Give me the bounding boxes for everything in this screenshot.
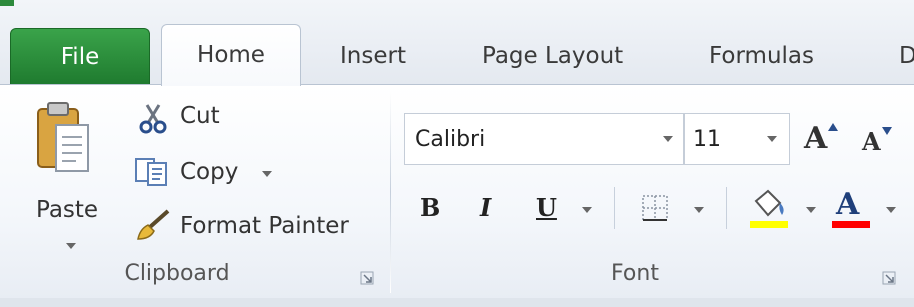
format-painter-label: Format Painter <box>180 213 349 239</box>
clipboard-group-label: Clipboard <box>124 261 230 286</box>
fill-color-swatch <box>750 221 788 228</box>
font-name-value: Calibri <box>415 127 486 152</box>
font-name-combobox[interactable]: Calibri <box>404 113 684 165</box>
fill-color-button[interactable] <box>748 189 792 231</box>
font-group-label: Font <box>611 261 659 286</box>
bold-button[interactable]: B <box>414 189 450 229</box>
grow-arrow-icon <box>828 123 838 131</box>
copy-dropdown-arrow[interactable] <box>262 171 272 177</box>
dialog-launcher-icon[interactable] <box>360 271 374 285</box>
cut-button[interactable]: Cut <box>134 99 244 139</box>
ribbon-tab-strip: File Home Insert Page Layout Formulas D <box>0 0 914 86</box>
copy-button[interactable]: Copy <box>134 153 284 193</box>
underline-button[interactable]: U <box>530 189 566 229</box>
shrink-font-button[interactable]: A <box>860 127 900 163</box>
paste-button[interactable]: Paste <box>30 93 120 253</box>
paste-label: Paste <box>36 197 99 223</box>
paste-dropdown-arrow[interactable] <box>66 243 76 249</box>
shrink-arrow-icon <box>882 127 892 135</box>
font-toolbar-separator <box>614 187 615 229</box>
shrink-font-glyph: A <box>862 127 881 156</box>
font-color-swatch <box>832 221 870 228</box>
tab-file[interactable]: File <box>10 28 150 84</box>
italic-button[interactable]: I <box>472 189 508 229</box>
scissors-icon <box>139 104 167 134</box>
grow-font-glyph: A <box>804 121 828 156</box>
font-name-dropdown-arrow[interactable] <box>663 136 673 142</box>
fill-color-dropdown-arrow[interactable] <box>806 207 816 213</box>
copy-label: Copy <box>180 159 239 185</box>
italic-glyph: I <box>480 193 492 222</box>
grow-font-button[interactable]: A <box>802 121 842 161</box>
tab-insert[interactable]: Insert <box>340 28 406 84</box>
paint-bucket-icon <box>754 189 784 217</box>
font-toolbar-separator-2 <box>726 187 727 229</box>
underline-glyph: U <box>536 193 557 222</box>
tab-data-partial[interactable]: D <box>899 28 914 84</box>
font-size-dropdown-arrow[interactable] <box>767 136 777 142</box>
paste-clipboard-icon <box>37 102 89 172</box>
tab-formulas[interactable]: Formulas <box>709 28 814 84</box>
copy-pages-icon <box>135 158 167 186</box>
font-color-button[interactable]: A <box>830 187 872 231</box>
borders-dropdown-arrow[interactable] <box>694 207 704 213</box>
borders-button[interactable] <box>640 193 676 229</box>
ribbon-bottom-edge <box>0 298 914 307</box>
font-size-combobox[interactable]: 11 <box>684 113 790 165</box>
bold-glyph: B <box>420 193 441 222</box>
font-color-dropdown-arrow[interactable] <box>886 207 896 213</box>
group-separator <box>390 91 391 293</box>
font-color-glyph: A <box>836 187 860 222</box>
cut-label: Cut <box>180 103 220 129</box>
excel-ribbon-window: File Home Insert Page Layout Formulas D … <box>0 0 914 307</box>
ribbon-home-panel: Paste Cut Copy Format Painter Clipboard … <box>0 84 914 300</box>
window-corner-accent <box>0 0 14 6</box>
borders-icon <box>642 195 668 221</box>
format-painter-button[interactable]: Format Painter <box>134 207 384 247</box>
font-dialog-launcher-icon[interactable] <box>882 271 896 285</box>
font-size-value: 11 <box>693 127 721 152</box>
tab-home[interactable]: Home <box>161 24 301 86</box>
tab-page-layout[interactable]: Page Layout <box>482 28 623 84</box>
paintbrush-icon <box>137 209 170 240</box>
underline-dropdown-arrow[interactable] <box>582 207 592 213</box>
